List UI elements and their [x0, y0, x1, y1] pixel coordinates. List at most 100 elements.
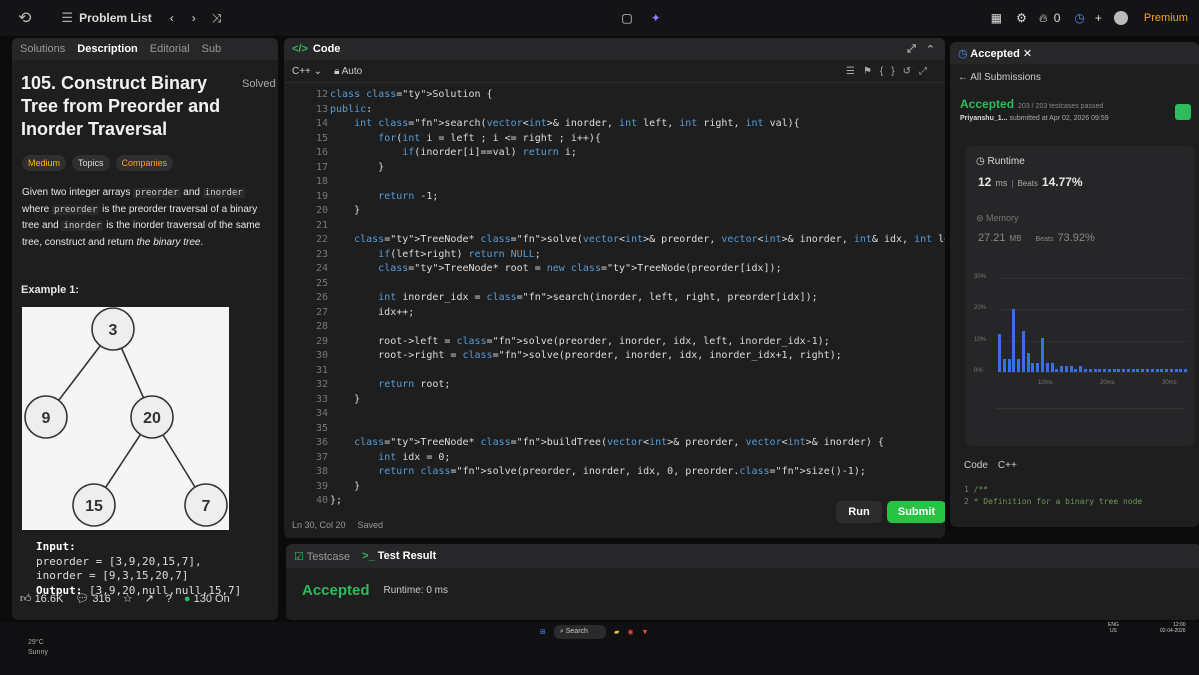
share-icon[interactable]: ↗ — [145, 592, 154, 605]
distribution-bar[interactable] — [1141, 368, 1145, 372]
distribution-bar[interactable] — [1079, 365, 1083, 372]
companies-chip[interactable]: Companies — [115, 155, 174, 171]
distribution-bar[interactable] — [1026, 353, 1030, 372]
tab-solutions[interactable]: Solutions — [20, 43, 65, 55]
streak-fire-icon[interactable]: 🔥︎ 0 — [1039, 11, 1061, 26]
runtime-distribution-chart[interactable]: 30% 20% 10% 0% 10ms 20ms 30ms — [974, 272, 1189, 392]
distribution-bar[interactable] — [1074, 368, 1078, 372]
all-submissions-link[interactable]: ← All Submissions — [958, 72, 1199, 83]
distribution-bar[interactable] — [1126, 368, 1130, 372]
timer-icon[interactable]: ◷ — [1074, 11, 1084, 25]
editor-actions-icons[interactable]: ☰⚑{}↺⤢ — [846, 66, 935, 77]
layout-icon[interactable]: ▦ — [991, 11, 1002, 25]
distribution-bar[interactable] — [1093, 368, 1097, 372]
mini-overview-chart[interactable] — [996, 408, 1184, 439]
star-icon[interactable]: ☆ — [123, 592, 133, 605]
expand-icon[interactable]: ⤢ — [907, 43, 916, 56]
prev-problem-icon[interactable]: ‹ — [170, 11, 174, 25]
edit-icon[interactable] — [1175, 104, 1191, 120]
code-line: int inorder_idx = class="fn">search(inor… — [378, 292, 818, 303]
next-problem-icon[interactable]: › — [192, 11, 196, 25]
distribution-bar[interactable] — [1117, 368, 1121, 372]
distribution-bar[interactable] — [1007, 359, 1011, 372]
problem-list-button[interactable]: ☰ Problem List — [61, 10, 151, 26]
distribution-bar[interactable] — [1160, 368, 1164, 372]
premium-link[interactable]: Premium — [1144, 12, 1188, 24]
distribution-bar[interactable] — [1069, 365, 1073, 372]
difficulty-badge[interactable]: Medium — [22, 155, 67, 171]
distribution-bar[interactable] — [1098, 368, 1102, 372]
tab-description[interactable]: Description — [77, 43, 138, 55]
distribution-bar[interactable] — [1146, 368, 1150, 372]
distribution-bar[interactable] — [1031, 362, 1035, 372]
like-button[interactable]: 👍︎ 16.6K — [20, 592, 63, 605]
distribution-bar[interactable] — [1060, 365, 1064, 372]
shuffle-icon[interactable]: ⤨ — [212, 11, 222, 26]
distribution-bar[interactable] — [1002, 359, 1006, 372]
language-select[interactable]: C++ ⌄ — [292, 66, 322, 77]
distribution-bar[interactable] — [1103, 368, 1107, 372]
distribution-bar[interactable] — [1012, 309, 1016, 372]
auto-mode[interactable]: 🔒︎ Auto — [334, 66, 362, 77]
run-button[interactable]: Run — [836, 501, 882, 523]
distribution-bar[interactable] — [1112, 368, 1116, 372]
memory-label[interactable]: ⊜ Memory — [976, 213, 1195, 224]
tree-node-label: 20 — [143, 410, 161, 427]
tab-accepted[interactable]: ◷ Accepted ✕ — [958, 47, 1032, 60]
brave-icon[interactable]: ▼ — [641, 629, 648, 636]
distribution-bar[interactable] — [1017, 359, 1021, 372]
ai-sparkle-icon[interactable]: ✦ — [651, 11, 661, 25]
weather-widget[interactable]: 29°C Sunny — [28, 638, 48, 658]
distribution-bar[interactable] — [1107, 368, 1111, 372]
tree-node-label: 7 — [202, 498, 211, 515]
distribution-bar[interactable] — [1050, 362, 1054, 372]
add-friend-icon[interactable]: + — [1095, 11, 1102, 25]
distribution-bar[interactable] — [1184, 368, 1188, 372]
settings-gear-icon[interactable]: ⚙ — [1016, 11, 1027, 25]
distribution-bar[interactable] — [1165, 368, 1169, 372]
avatar[interactable] — [1113, 11, 1128, 25]
distribution-bar[interactable] — [1045, 362, 1049, 372]
system-tray-lang[interactable]: ENG US — [1108, 622, 1119, 634]
comments-button[interactable]: 💬︎ 316 — [75, 592, 110, 605]
distribution-bar[interactable] — [1122, 368, 1126, 372]
code-text[interactable]: class class="ty">Solution {public: int c… — [330, 88, 945, 509]
distribution-bar[interactable] — [1150, 368, 1154, 372]
distribution-bar[interactable] — [1131, 368, 1135, 372]
distribution-bar[interactable] — [1036, 362, 1040, 372]
tab-editorial[interactable]: Editorial — [150, 43, 190, 55]
tab-submissions[interactable]: Sub — [202, 43, 222, 55]
leetcode-logo[interactable]: ⟲ — [18, 8, 31, 28]
collapse-icon[interactable]: ⌃ — [926, 43, 935, 56]
submit-button[interactable]: Submit — [887, 501, 945, 523]
help-icon[interactable]: ? — [166, 593, 172, 605]
system-clock[interactable]: 12:00 02-04-2026 — [1160, 622, 1186, 634]
distribution-bar[interactable] — [1174, 368, 1178, 372]
distribution-bar[interactable] — [1040, 337, 1044, 372]
distribution-bar[interactable] — [1169, 368, 1173, 372]
distribution-bar[interactable] — [1083, 368, 1087, 372]
tab-testcase[interactable]: ☑ Testcase — [294, 550, 350, 563]
taskbar-search[interactable]: ⌕ Search — [553, 625, 606, 639]
distribution-bar[interactable] — [1064, 365, 1068, 372]
test-result-status: Accepted — [302, 582, 370, 599]
topics-chip[interactable]: Topics — [72, 155, 110, 171]
distribution-bar[interactable] — [1155, 368, 1159, 372]
distribution-bar[interactable] — [1055, 368, 1059, 372]
notes-icon[interactable]: ▢ — [621, 11, 632, 25]
testcases-passed: 203 / 203 testcases passed — [1018, 103, 1104, 110]
windows-start-icon[interactable]: ⊞ — [540, 628, 546, 636]
distribution-bar[interactable] — [998, 334, 1001, 372]
tab-test-result[interactable]: >_ Test Result — [362, 550, 436, 562]
file-explorer-icon[interactable]: ▰ — [614, 628, 619, 636]
distribution-bar[interactable] — [1136, 368, 1140, 372]
chrome-icon[interactable]: ◉ — [627, 628, 633, 636]
grid-line — [998, 372, 1189, 373]
line-number: 17 — [315, 161, 328, 173]
distribution-bar[interactable] — [1021, 331, 1025, 372]
problem-description: Given two integer arrays preorder and in… — [22, 187, 261, 248]
distribution-bar[interactable] — [1088, 368, 1092, 372]
line-number: 14 — [315, 118, 328, 129]
distribution-bar[interactable] — [1179, 368, 1183, 372]
